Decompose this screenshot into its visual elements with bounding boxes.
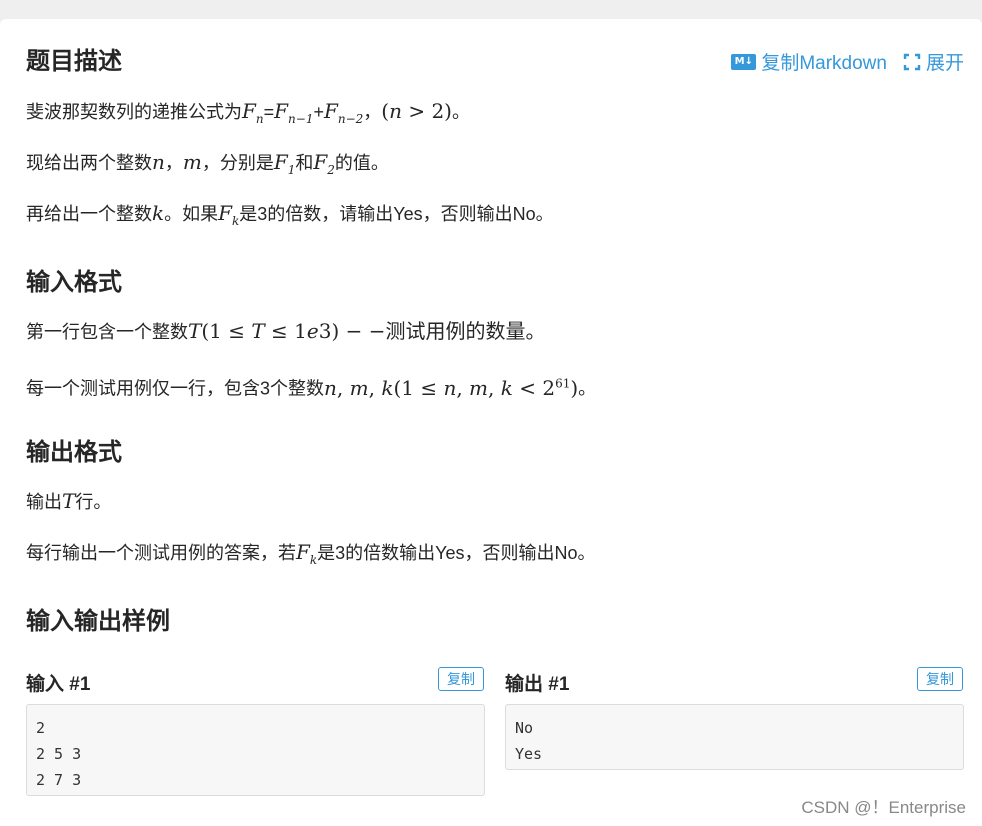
desc-line3-mid: 。如果	[164, 204, 219, 224]
sample-output-code[interactable]: No Yes	[505, 704, 964, 770]
output-line1-text: 输出	[26, 492, 62, 512]
sample-input-code[interactable]: 2 2 5 3 2 7 3	[26, 704, 485, 796]
output-line-2: 每行输出一个测试用例的答案，若Fk是3的倍数输出Yes，否则输出No。	[26, 539, 596, 573]
formula-fk: Fk	[218, 201, 240, 228]
formula-fn2: Fn−2	[323, 99, 364, 126]
copy-output-button[interactable]: 复制	[917, 667, 963, 691]
desc-line2-text: 现给出两个整数	[26, 153, 152, 173]
input-line2-end: 。	[578, 378, 597, 399]
formula-k: k	[152, 201, 165, 225]
formula-fk-2: Fk	[296, 540, 318, 567]
expand-button[interactable]: 展开	[903, 48, 964, 75]
desc-line3-text: 再给出一个整数	[26, 204, 152, 224]
desc-line1-text: 斐波那契数列的递推公式为	[26, 102, 242, 122]
expand-icon	[903, 53, 921, 70]
input-line-1: 第一行包含一个整数T(1 ≤ T ≤ 1e3) − −测试用例的数量。	[26, 318, 546, 345]
formula-t: T	[62, 489, 76, 513]
desc-line2-mid: ，分别是	[201, 153, 274, 173]
description-line-1: 斐波那契数列的递推公式为Fn=Fn−1+Fn−2，(n > 2)。	[26, 99, 470, 126]
formula-m: m	[182, 150, 202, 174]
formula-fn1: Fn−1	[274, 99, 314, 126]
toolbar: M↓ 复制Markdown 展开	[731, 48, 964, 75]
description-title: 题目描述	[26, 48, 122, 75]
copy-markdown-button[interactable]: M↓ 复制Markdown	[731, 48, 887, 75]
formula-t-range: T(1 ≤ T ≤ 1e3) − −	[188, 319, 386, 343]
formula-fib: Fn	[242, 99, 264, 126]
formula-nmk-range: n, m, k(1 ≤ n, m, k < 261)	[324, 375, 579, 400]
copy-input-button[interactable]: 复制	[438, 667, 484, 691]
output-format-title: 输出格式	[26, 439, 122, 466]
markdown-icon: M↓	[731, 53, 757, 70]
sample-output-label: 输出 #1	[505, 674, 570, 695]
formula-cond: (n > 2)	[381, 99, 452, 123]
input-format-title: 输入格式	[26, 269, 122, 296]
output-line2-end: 是3的倍数输出Yes，否则输出No。	[317, 543, 596, 563]
sample-input-label: 输入 #1	[26, 674, 91, 695]
input-line2-text: 每一个测试用例仅一行，包含3个整数	[26, 378, 325, 399]
output-line1-end: 行。	[75, 492, 112, 512]
desc-line2-end: 的值。	[334, 153, 389, 173]
formula-n: n	[152, 150, 165, 174]
output-line-1: 输出T行。	[26, 488, 111, 515]
output-line2-text: 每行输出一个测试用例的答案，若	[26, 543, 296, 563]
watermark: CSDN @！Enterprise	[801, 798, 966, 817]
input-line-2: 每一个测试用例仅一行，包含3个整数n, m, k(1 ≤ n, m, k < 2…	[26, 370, 596, 402]
desc-line2-and: 和	[295, 153, 314, 173]
formula-f2: F2	[313, 150, 335, 177]
copy-markdown-label: 复制Markdown	[761, 53, 887, 74]
desc-line3-end: 是3的倍数，请输出Yes，否则输出No。	[239, 204, 554, 224]
description-line-3: 再给出一个整数k。如果Fk是3的倍数，请输出Yes，否则输出No。	[26, 200, 554, 234]
input-line1-text: 第一行包含一个整数	[26, 322, 188, 342]
desc-line1-end: 。	[451, 102, 470, 122]
description-line-2: 现给出两个整数n，m，分别是F1和F2的值。	[26, 150, 389, 177]
formula-f1: F1	[273, 150, 296, 177]
expand-label: 展开	[925, 53, 964, 74]
samples-title: 输入输出样例	[26, 608, 170, 635]
input-line1-end: 测试用例的数量。	[385, 319, 546, 343]
